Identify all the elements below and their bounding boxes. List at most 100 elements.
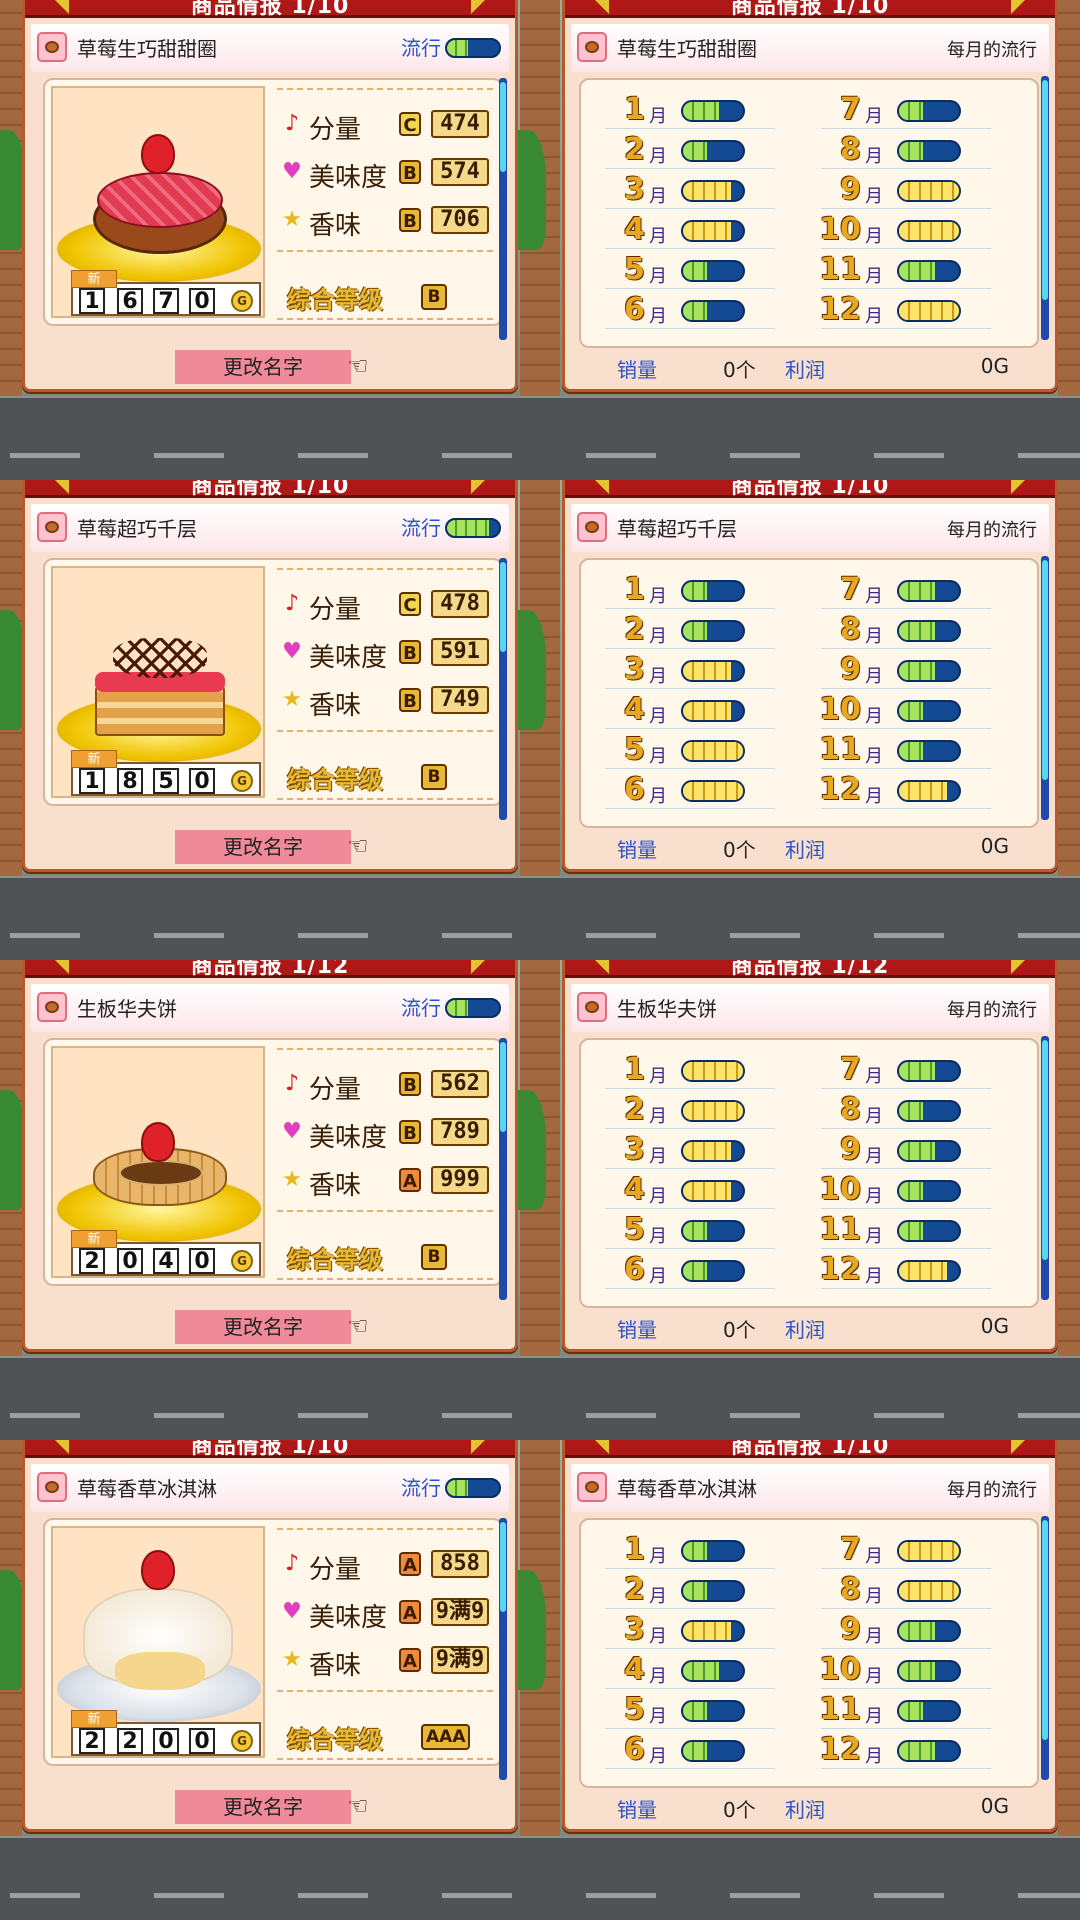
row-divider bbox=[605, 1728, 775, 1729]
row-divider bbox=[821, 608, 991, 609]
stat-value: 749 bbox=[431, 686, 489, 714]
sales-label: 销量 bbox=[617, 1318, 657, 1342]
product-info-strip: 商品情报 1/12 生板华夫饼 流行 新 2 0 4 0 G ♪ 分量 B 56… bbox=[0, 960, 1080, 1440]
product-category-icon bbox=[37, 1472, 67, 1502]
month-trend-gauge bbox=[897, 700, 961, 722]
stat-row-aroma: ★ 香味 B 706 bbox=[275, 202, 497, 241]
month-suffix: 月 bbox=[649, 146, 667, 167]
title-bar: 商品情报 1/10 bbox=[25, 1440, 515, 1459]
lane-marking bbox=[442, 1893, 512, 1898]
scroll-thumb[interactable] bbox=[1042, 560, 1048, 780]
month-number: 10 bbox=[819, 1172, 861, 1207]
sales-label: 销量 bbox=[617, 358, 657, 382]
product-image: 新 2 2 0 0 G bbox=[51, 1526, 265, 1758]
row-divider bbox=[821, 1608, 991, 1609]
scrollbar[interactable] bbox=[1041, 76, 1049, 340]
scroll-thumb[interactable] bbox=[1042, 80, 1048, 300]
new-badge: 新 bbox=[71, 270, 117, 288]
month-suffix: 月 bbox=[865, 186, 883, 207]
scroll-thumb[interactable] bbox=[1042, 1040, 1048, 1260]
row-divider bbox=[821, 1728, 991, 1729]
month-trend-gauge bbox=[681, 180, 745, 202]
month-trend-gauge bbox=[897, 740, 961, 762]
month-trend-gauge bbox=[681, 580, 745, 602]
month-row: 6月 bbox=[597, 1252, 781, 1290]
sales-footer: 销量 0个 利润 0G bbox=[565, 1790, 1055, 1826]
overall-grade-label: 综合等级 bbox=[287, 1246, 383, 1274]
overall-grade: AAA bbox=[421, 1724, 471, 1750]
scrollbar[interactable] bbox=[499, 558, 507, 820]
stat-grade: C bbox=[399, 592, 421, 616]
month-trend-fill bbox=[683, 1662, 719, 1680]
month-trend-fill bbox=[899, 782, 947, 800]
panel-title: 商品情报 1/12 bbox=[730, 960, 890, 979]
panel-title: 商品情报 1/10 bbox=[190, 1440, 350, 1459]
month-row: 8月 bbox=[813, 612, 997, 650]
product-header: 生板华夫饼 每月的流行 bbox=[571, 984, 1049, 1032]
month-trend-fill bbox=[683, 1742, 707, 1760]
stat-row-quantity: ♪ 分量 C 478 bbox=[275, 586, 497, 625]
stat-row-quantity: ♪ 分量 B 562 bbox=[275, 1066, 497, 1105]
rename-button[interactable]: 更改名字 bbox=[175, 350, 351, 384]
divider bbox=[277, 568, 493, 570]
price-digit: 4 bbox=[153, 1248, 179, 1274]
row-divider bbox=[605, 168, 775, 169]
rename-button[interactable]: 更改名字 bbox=[175, 1310, 351, 1344]
month-row: 3月 bbox=[597, 652, 781, 690]
sales-footer: 销量 0个 利润 0G bbox=[565, 830, 1055, 866]
scroll-thumb[interactable] bbox=[500, 562, 506, 652]
stat-label: 美味度 bbox=[309, 643, 388, 673]
scrollbar[interactable] bbox=[499, 78, 507, 340]
rename-button[interactable]: 更改名字 bbox=[175, 1790, 351, 1824]
scroll-thumb[interactable] bbox=[1042, 1520, 1048, 1740]
scrollbar[interactable] bbox=[1041, 556, 1049, 820]
month-suffix: 月 bbox=[649, 186, 667, 207]
month-trend-gauge bbox=[897, 220, 961, 242]
scrollbar[interactable] bbox=[1041, 1516, 1049, 1780]
month-trend-gauge bbox=[897, 300, 961, 322]
monthly-trend-grid: 1 月 2 月 3 月 4 月 5 月 6 月 7 月 8 月 9 月 10 月 11 月 12 月 bbox=[579, 78, 1039, 348]
trend-gauge-fill bbox=[447, 40, 468, 56]
scroll-thumb[interactable] bbox=[500, 1522, 506, 1612]
month-row: 3月 bbox=[597, 1132, 781, 1170]
trend-gauge bbox=[445, 1478, 501, 1498]
rename-button[interactable]: 更改名字 bbox=[175, 830, 351, 864]
price-digit: 2 bbox=[79, 1728, 105, 1754]
month-trend-fill bbox=[899, 1542, 959, 1560]
lane-marking bbox=[10, 1413, 80, 1418]
scrollbar[interactable] bbox=[1041, 1036, 1049, 1300]
month-trend-gauge bbox=[681, 1100, 745, 1122]
scroll-thumb[interactable] bbox=[500, 1042, 506, 1132]
lane-marking bbox=[1018, 1893, 1080, 1898]
month-row: 11 月 bbox=[813, 1212, 997, 1250]
row-divider bbox=[821, 688, 991, 689]
month-trend-gauge bbox=[897, 1660, 961, 1682]
month-trend-fill bbox=[683, 622, 707, 640]
month-trend-gauge bbox=[897, 260, 961, 282]
scroll-thumb[interactable] bbox=[500, 82, 506, 172]
month-row: 5月 bbox=[597, 732, 781, 770]
monthly-trend-panel: 商品情报 1/12 生板华夫饼 每月的流行 1月2月3月4月5月6月7月8月9月… bbox=[562, 960, 1058, 1352]
stat-grade: B bbox=[399, 1120, 421, 1144]
row-divider bbox=[605, 1168, 775, 1169]
month-trend-gauge bbox=[897, 180, 961, 202]
title-bar: 商品情报 1/10 bbox=[565, 0, 1055, 19]
title-bar: 商品情报 1/10 bbox=[25, 0, 515, 19]
divider bbox=[277, 1048, 493, 1050]
month-trend-gauge bbox=[681, 100, 745, 122]
lane-marking bbox=[730, 1413, 800, 1418]
pointing-hand-icon: ☜ bbox=[347, 832, 369, 860]
price-digit: 1 bbox=[79, 288, 105, 314]
lane-marking bbox=[586, 1893, 656, 1898]
month-trend-fill bbox=[683, 662, 731, 680]
scrollbar[interactable] bbox=[499, 1518, 507, 1780]
month-row: 1月 bbox=[597, 1052, 781, 1090]
month-number: 5 bbox=[624, 1692, 645, 1727]
month-row: 7月 bbox=[813, 572, 997, 610]
scrollbar[interactable] bbox=[499, 1038, 507, 1300]
product-name: 草莓超巧千层 bbox=[617, 517, 737, 541]
month-trend-gauge bbox=[681, 300, 745, 322]
month-number: 8 bbox=[840, 132, 861, 167]
monthly-trend-grid: 1 月 2 月 3 月 4 月 5 月 6 月 7 月 8 月 9 月 10 月 11 月 12 月 bbox=[579, 558, 1039, 828]
month-suffix: 月 bbox=[649, 626, 667, 647]
